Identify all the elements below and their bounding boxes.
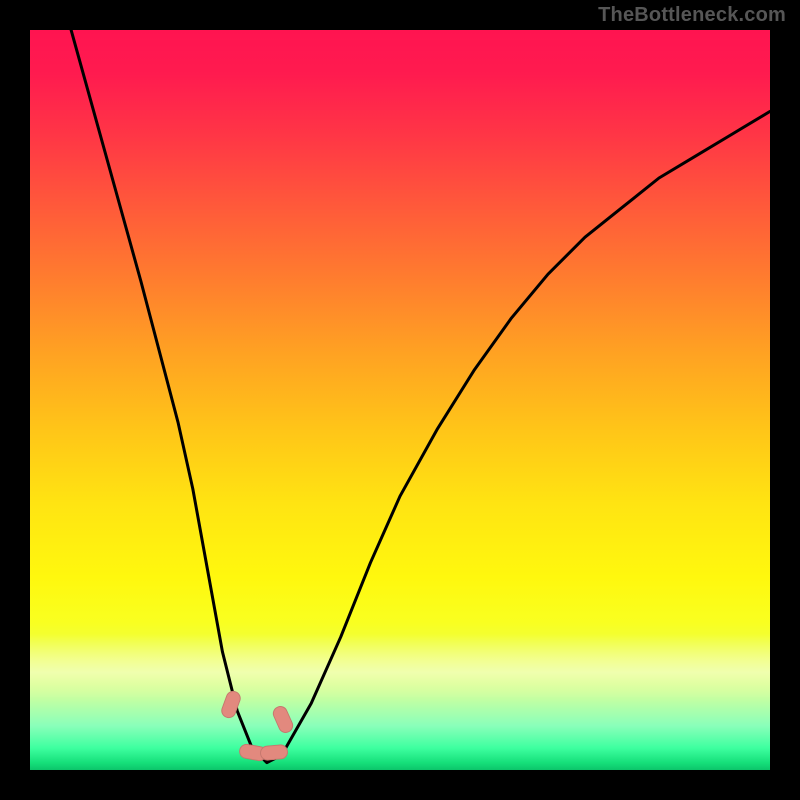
minimum-marker-right	[259, 744, 288, 761]
plot-area	[30, 30, 770, 770]
bottleneck-curve	[30, 30, 770, 763]
curve-layer	[30, 30, 770, 770]
watermark-text: TheBottleneck.com	[598, 4, 786, 27]
chart-stage: TheBottleneck.com	[0, 0, 800, 800]
